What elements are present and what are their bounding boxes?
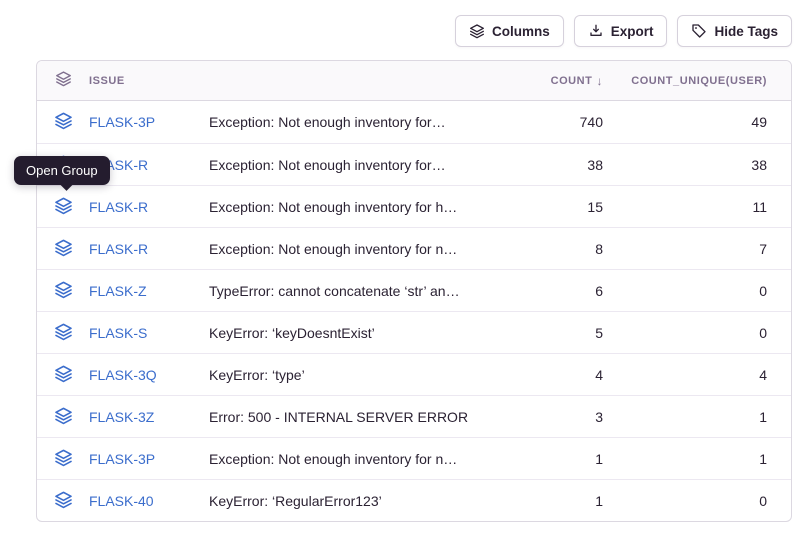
- export-button[interactable]: Export: [574, 15, 668, 47]
- count-unique-value: 0: [623, 283, 791, 299]
- count-value: 1: [511, 451, 623, 467]
- group-icon-cell: [37, 278, 89, 304]
- issue-title: Exception: Not enough inventory for…: [209, 114, 511, 130]
- count-value: 3: [511, 409, 623, 425]
- columns-button[interactable]: Columns: [455, 15, 564, 47]
- stack-layers-icon: [54, 111, 73, 133]
- count-unique-value: 4: [623, 367, 791, 383]
- stack-layers-icon: [469, 23, 485, 39]
- group-icon-cell: [37, 194, 89, 220]
- table-row: FLASK-3Z Error: 500 - INTERNAL SERVER ER…: [37, 395, 791, 437]
- table-row: FLASK-3Q KeyError: ‘type’ 4 4: [37, 353, 791, 395]
- hide-tags-button-label: Hide Tags: [714, 24, 778, 39]
- open-group-button[interactable]: [52, 236, 75, 262]
- count-value: 38: [511, 157, 623, 173]
- issue-title: KeyError: ‘type’: [209, 367, 511, 383]
- open-group-button[interactable]: [52, 362, 75, 388]
- issue-key-link[interactable]: FLASK-40: [89, 493, 209, 509]
- open-group-tooltip: Open Group: [14, 156, 110, 185]
- issue-title: KeyError: ‘RegularError123’: [209, 493, 511, 509]
- export-button-label: Export: [611, 24, 654, 39]
- issue-title: Exception: Not enough inventory for h…: [209, 199, 511, 215]
- issue-title: Exception: Not enough inventory for…: [209, 157, 511, 173]
- issue-key-link[interactable]: FLASK-R: [89, 241, 209, 257]
- open-group-button[interactable]: [52, 320, 75, 346]
- issue-key-link[interactable]: FLASK-R: [89, 199, 209, 215]
- table-row: FLASK-3P Exception: Not enough inventory…: [37, 101, 791, 143]
- stack-layers-icon: [54, 364, 73, 386]
- stack-layers-icon: [54, 490, 73, 512]
- issue-title: KeyError: ‘keyDoesntExist’: [209, 325, 511, 341]
- count-unique-value: 1: [623, 409, 791, 425]
- stack-layers-icon: [54, 322, 73, 344]
- open-group-button[interactable]: [52, 278, 75, 304]
- count-column-header[interactable]: COUNT ↓: [511, 74, 623, 88]
- results-table: ISSUE COUNT ↓ COUNT_UNIQUE(USER) FLASK-3…: [36, 60, 792, 522]
- sort-descending-icon: ↓: [596, 74, 603, 88]
- group-icon-cell: [37, 109, 89, 135]
- count-unique-value: 1: [623, 451, 791, 467]
- count-value: 4: [511, 367, 623, 383]
- count-value: 6: [511, 283, 623, 299]
- table-row: FLASK-Z TypeError: cannot concatenate ‘s…: [37, 269, 791, 311]
- open-group-tooltip-label: Open Group: [26, 163, 98, 178]
- stack-layers-icon: [54, 238, 73, 260]
- group-icon-cell: [37, 236, 89, 262]
- tag-icon: [691, 23, 707, 39]
- count-unique-value: 7: [623, 241, 791, 257]
- stack-layers-icon: [55, 70, 72, 92]
- count-unique-value: 0: [623, 325, 791, 341]
- count-unique-value: 49: [623, 114, 791, 130]
- download-icon: [588, 23, 604, 39]
- table-header-row: ISSUE COUNT ↓ COUNT_UNIQUE(USER): [37, 61, 791, 101]
- count-unique-value: 38: [623, 157, 791, 173]
- open-group-button[interactable]: [52, 109, 75, 135]
- issue-title: Error: 500 - INTERNAL SERVER ERROR: [209, 409, 511, 425]
- issue-key-link[interactable]: FLASK-3P: [89, 451, 209, 467]
- count-value: 8: [511, 241, 623, 257]
- table-toolbar: Columns Export Hide Tags: [455, 15, 792, 47]
- issue-header-icon-cell: [37, 70, 89, 92]
- open-group-button[interactable]: [52, 404, 75, 430]
- count-unique-column-header: COUNT_UNIQUE(USER): [623, 75, 791, 87]
- group-icon-cell: [37, 404, 89, 430]
- table-row: FLASK-R Exception: Not enough inventory …: [37, 227, 791, 269]
- issue-key-link[interactable]: FLASK-3P: [89, 114, 209, 130]
- table-row: FLASK-R Exception: Not enough inventory …: [37, 143, 791, 185]
- issue-title: Exception: Not enough inventory for n…: [209, 451, 511, 467]
- count-unique-value: 0: [623, 493, 791, 509]
- issue-title: Exception: Not enough inventory for n…: [209, 241, 511, 257]
- issue-key-link[interactable]: FLASK-S: [89, 325, 209, 341]
- issue-key-link[interactable]: FLASK-3Q: [89, 367, 209, 383]
- columns-button-label: Columns: [492, 24, 550, 39]
- stack-layers-icon: [54, 406, 73, 428]
- open-group-button[interactable]: [52, 446, 75, 472]
- stack-layers-icon: [54, 280, 73, 302]
- hide-tags-button[interactable]: Hide Tags: [677, 15, 792, 47]
- issue-column-header: ISSUE: [89, 75, 209, 87]
- issue-title: TypeError: cannot concatenate ‘str’ an…: [209, 283, 511, 299]
- issue-key-link[interactable]: FLASK-3Z: [89, 409, 209, 425]
- group-icon-cell: [37, 488, 89, 514]
- table-row: FLASK-R Exception: Not enough inventory …: [37, 185, 791, 227]
- open-group-button[interactable]: [52, 194, 75, 220]
- stack-layers-icon: [54, 448, 73, 470]
- table-row: FLASK-S KeyError: ‘keyDoesntExist’ 5 0: [37, 311, 791, 353]
- issue-key-link[interactable]: FLASK-Z: [89, 283, 209, 299]
- stack-layers-icon: [54, 196, 73, 218]
- table-row: FLASK-3P Exception: Not enough inventory…: [37, 437, 791, 479]
- count-value: 1: [511, 493, 623, 509]
- count-header-label: COUNT: [551, 75, 593, 87]
- group-icon-cell: [37, 362, 89, 388]
- count-value: 740: [511, 114, 623, 130]
- count-value: 15: [511, 199, 623, 215]
- table-body: FLASK-3P Exception: Not enough inventory…: [37, 101, 791, 521]
- group-icon-cell: [37, 446, 89, 472]
- table-row: FLASK-40 KeyError: ‘RegularError123’ 1 0: [37, 479, 791, 521]
- count-unique-value: 11: [623, 199, 791, 215]
- open-group-button[interactable]: [52, 488, 75, 514]
- group-icon-cell: [37, 320, 89, 346]
- count-value: 5: [511, 325, 623, 341]
